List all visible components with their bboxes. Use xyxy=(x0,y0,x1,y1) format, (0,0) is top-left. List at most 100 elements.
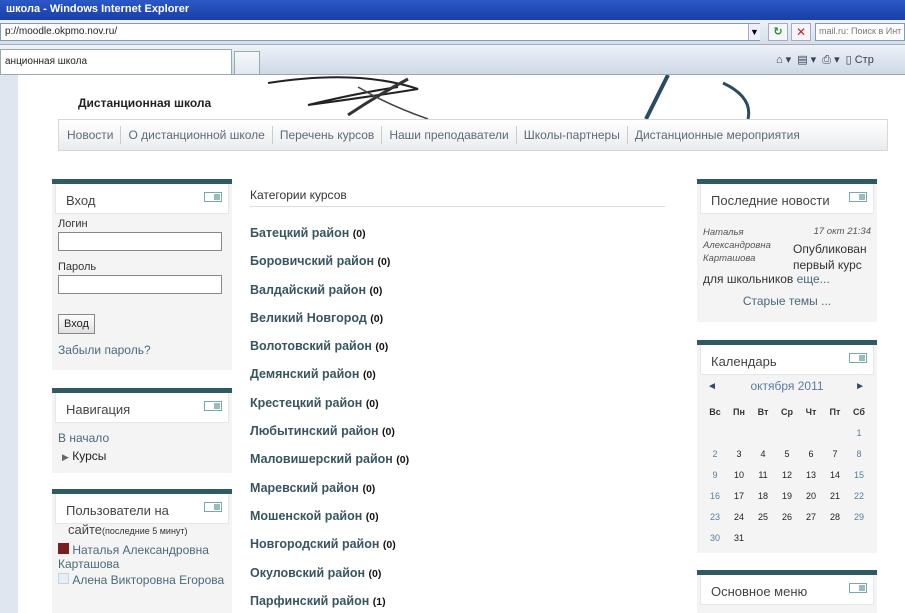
prev-month-icon[interactable]: ◄ xyxy=(707,381,717,392)
calendar-day[interactable]: 7 xyxy=(823,445,847,463)
calendar-day[interactable]: 3 xyxy=(727,445,751,463)
calendar-day[interactable]: 12 xyxy=(775,466,799,484)
category-count: (0) xyxy=(365,397,379,410)
category-link[interactable]: Мошенской район xyxy=(250,509,362,523)
chevron-down-icon[interactable]: ▾ xyxy=(786,54,792,66)
category-link[interactable]: Валдайский район xyxy=(250,283,366,297)
calendar-day[interactable]: 29 xyxy=(847,508,871,526)
search-input[interactable]: mail.ru: Поиск в Инт xyxy=(815,23,905,41)
calendar-day[interactable]: 30 xyxy=(703,529,727,547)
block-dock-icon[interactable] xyxy=(204,502,222,512)
calendar-day[interactable]: 19 xyxy=(775,487,799,505)
home-icon[interactable]: ⌂ xyxy=(776,54,783,66)
calendar-day[interactable]: 14 xyxy=(823,466,847,484)
calendar-day[interactable]: 21 xyxy=(823,487,847,505)
list-item: Крестецкий район (0) xyxy=(250,396,670,424)
users-online-block: Пользователи на сайте(последние 5 минут)… xyxy=(52,489,232,613)
address-input[interactable]: p://moodle.okpmo.nov.ru/ xyxy=(0,23,760,41)
block-title: Основное меню xyxy=(711,584,808,599)
block-dock-icon[interactable] xyxy=(849,353,867,363)
login-input[interactable] xyxy=(58,232,222,251)
nav-item-about[interactable]: О дистанционной школе xyxy=(121,126,273,144)
nav-item-events[interactable]: Дистанционные мероприятия xyxy=(628,126,807,144)
user-link[interactable]: Алена Викторовна Егорова xyxy=(72,573,224,587)
category-link[interactable]: Окуловский район xyxy=(250,566,365,580)
category-link[interactable]: Демянский район xyxy=(250,367,359,381)
chevron-down-icon[interactable]: ▾ xyxy=(811,54,817,66)
forgot-password-link[interactable]: Забыли пароль? xyxy=(58,343,151,357)
calendar-day[interactable]: 16 xyxy=(703,487,727,505)
category-link[interactable]: Любытинский район xyxy=(250,424,379,438)
calendar-day[interactable]: 10 xyxy=(727,466,751,484)
calendar-day[interactable]: 4 xyxy=(751,445,775,463)
address-dropdown-icon[interactable]: ▼ xyxy=(748,24,760,40)
stop-icon[interactable]: ✕ xyxy=(791,23,811,41)
calendar-day[interactable]: 23 xyxy=(703,508,727,526)
calendar-day[interactable]: 8 xyxy=(847,445,871,463)
calendar-day[interactable]: 13 xyxy=(799,466,823,484)
block-dock-icon[interactable] xyxy=(204,401,222,411)
calendar-month[interactable]: октября 2011 xyxy=(750,379,823,393)
calendar-day[interactable]: 22 xyxy=(847,487,871,505)
calendar-day[interactable]: 17 xyxy=(727,487,751,505)
news-author-line3: Карташова xyxy=(703,253,756,264)
site-name[interactable]: Дистанционная школа xyxy=(78,96,211,110)
calendar-day[interactable]: 11 xyxy=(751,466,775,484)
tab-current[interactable]: анционная школа xyxy=(0,49,232,74)
news-text-2: первый курс xyxy=(793,258,862,272)
block-header: Вход xyxy=(55,184,229,214)
next-month-icon[interactable]: ► xyxy=(855,381,865,392)
list-item: Окуловский район (0) xyxy=(250,566,670,594)
calendar-day[interactable]: 18 xyxy=(751,487,775,505)
page-menu-icon[interactable]: ▯ xyxy=(846,54,852,66)
password-input[interactable] xyxy=(58,275,222,294)
calendar-day[interactable]: 31 xyxy=(727,529,751,547)
page-menu-label[interactable]: Стр xyxy=(855,54,874,66)
category-link[interactable]: Великий Новгород xyxy=(250,311,367,325)
calendar-day[interactable]: 28 xyxy=(823,508,847,526)
category-link[interactable]: Парфинский район xyxy=(250,594,369,608)
category-link[interactable]: Маловишерский район xyxy=(250,452,393,466)
calendar-day[interactable]: 26 xyxy=(775,508,799,526)
nav-home-link[interactable]: В начало xyxy=(58,431,109,445)
block-title: Последние новости xyxy=(711,193,830,208)
block-dock-icon[interactable] xyxy=(204,192,222,202)
category-link[interactable]: Новгородский район xyxy=(250,537,379,551)
calendar-day[interactable]: 24 xyxy=(727,508,751,526)
category-link[interactable]: Батецкий район xyxy=(250,226,349,240)
new-tab-button[interactable] xyxy=(234,51,260,74)
list-item: Демянский район (0) xyxy=(250,367,670,395)
news-more-link[interactable]: еще... xyxy=(797,272,830,286)
block-dock-icon[interactable] xyxy=(849,583,867,593)
calendar-day[interactable]: 15 xyxy=(847,466,871,484)
nav-item-news[interactable]: Новости xyxy=(59,126,122,144)
refresh-icon[interactable]: ↻ xyxy=(768,23,788,41)
nav-item-partners[interactable]: Школы-партнеры xyxy=(517,126,628,144)
chevron-right-icon[interactable]: ▶ xyxy=(62,452,69,462)
calendar-day[interactable]: 5 xyxy=(775,445,799,463)
login-button[interactable]: Вход xyxy=(58,314,95,334)
calendar-day[interactable]: 6 xyxy=(799,445,823,463)
block-dock-icon[interactable] xyxy=(849,192,867,202)
window-titlebar: школа - Windows Internet Explorer xyxy=(0,0,905,20)
category-link[interactable]: Крестецкий район xyxy=(250,396,362,410)
nav-item-teachers[interactable]: Наши преподаватели xyxy=(382,126,517,144)
calendar-day[interactable]: 25 xyxy=(751,508,775,526)
category-link[interactable]: Маревский район xyxy=(250,481,359,495)
calendar-day[interactable]: 2 xyxy=(703,445,727,463)
category-list: Батецкий район (0) Боровичский район (0) В… xyxy=(250,226,670,613)
nav-item-courses[interactable]: Перечень курсов xyxy=(273,126,383,144)
nav-courses-link[interactable]: Курсы xyxy=(72,449,106,463)
category-link[interactable]: Боровичский район xyxy=(250,254,374,268)
calendar-day[interactable]: 9 xyxy=(703,466,727,484)
calendar-day[interactable]: 27 xyxy=(799,508,823,526)
avatar xyxy=(58,543,69,554)
feeds-icon[interactable]: ▤ xyxy=(797,54,807,66)
calendar-day[interactable]: 20 xyxy=(799,487,823,505)
older-topics-link[interactable]: Старые темы ... xyxy=(743,294,831,308)
user-link[interactable]: Наталья Александровна Карташова xyxy=(58,543,209,571)
print-icon[interactable]: ⎙ xyxy=(822,54,831,66)
chevron-down-icon[interactable]: ▾ xyxy=(834,54,840,66)
category-link[interactable]: Волотовский район xyxy=(250,339,372,353)
calendar-day[interactable]: 1 xyxy=(847,424,871,442)
